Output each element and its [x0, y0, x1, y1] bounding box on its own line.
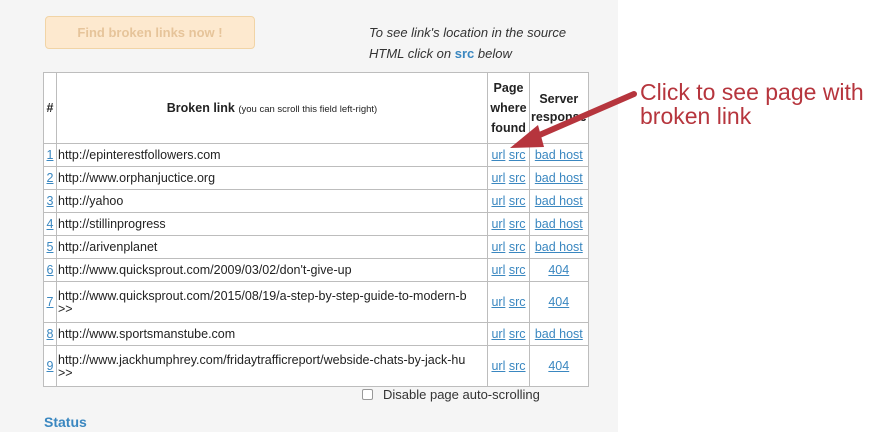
annotation-arrow-icon — [510, 91, 637, 148]
